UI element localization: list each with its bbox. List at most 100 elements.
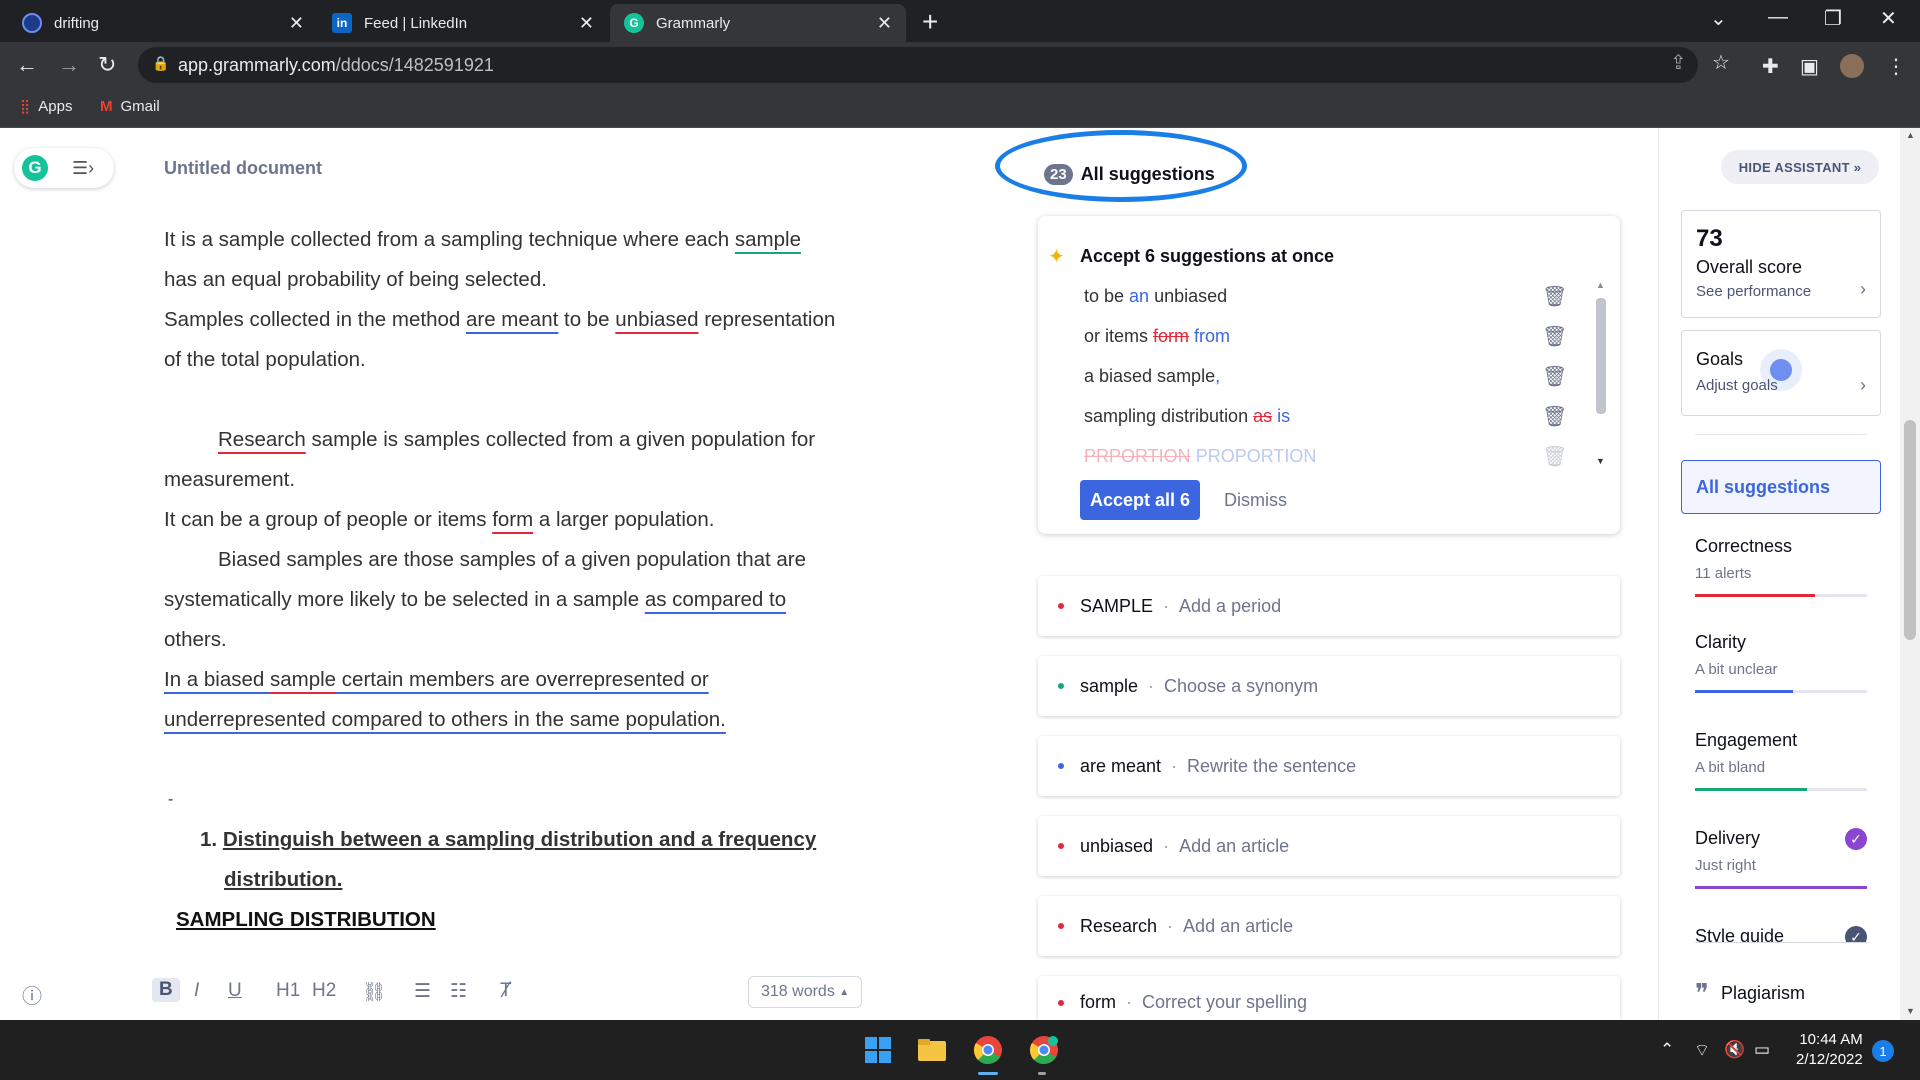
link-icon[interactable]: ⛓ xyxy=(362,980,386,1004)
flagged-word[interactable]: form xyxy=(492,508,533,531)
grammarly-menu[interactable]: G ☰› xyxy=(14,148,114,188)
numbered-list-icon[interactable]: ☰ xyxy=(414,980,431,1003)
document-title[interactable]: Untitled document xyxy=(164,158,322,179)
kebab-menu-icon[interactable]: ⋮ xyxy=(1886,54,1906,79)
flagged-word[interactable]: unbiased xyxy=(615,308,698,331)
dismiss-button[interactable]: Dismiss xyxy=(1224,490,1287,511)
flagged-word[interactable]: sample xyxy=(735,228,801,251)
bookmark-apps[interactable]: ⣿ Apps xyxy=(20,98,72,115)
url-input[interactable]: 🔒 app.grammarly.com/ddocs/1482591921 xyxy=(138,47,1698,83)
restore-icon[interactable]: ❐ xyxy=(1824,6,1842,31)
close-icon[interactable]: ✕ xyxy=(289,13,304,34)
accept-all-button[interactable]: Accept all 6 xyxy=(1080,480,1200,520)
document-editor[interactable]: It is a sample collected from a sampling… xyxy=(164,220,924,940)
help-icon[interactable]: ⓘ xyxy=(22,980,42,1009)
share-icon[interactable]: ⇪ xyxy=(1670,50,1687,75)
flagged-word[interactable]: as compared to xyxy=(645,588,786,611)
running-app-indicator xyxy=(1038,1072,1046,1075)
trash-icon[interactable]: 🗑 xyxy=(1542,404,1567,429)
quote-icon: ❞ xyxy=(1695,978,1709,1008)
scroll-thumb[interactable] xyxy=(1904,420,1916,640)
adjust-goals-link[interactable]: Adjust goals xyxy=(1696,377,1778,394)
tab-search-icon[interactable]: ⌄ xyxy=(1710,6,1727,31)
text-span: certain members are overrepresented or xyxy=(336,668,709,691)
hide-assistant-button[interactable]: HIDE ASSISTANT » xyxy=(1721,150,1879,184)
suggestion-card[interactable]: form · Correct your spelling xyxy=(1038,976,1620,1020)
category-bar-fill xyxy=(1695,594,1816,597)
bold-button[interactable]: B xyxy=(152,978,180,1002)
close-icon[interactable]: ✕ xyxy=(877,13,892,34)
see-performance-link[interactable]: See performance xyxy=(1696,283,1811,300)
trash-icon[interactable]: 🗑 xyxy=(1542,284,1567,309)
bookmark-label: Apps xyxy=(38,98,73,115)
bookmark-gmail[interactable]: M Gmail xyxy=(100,98,160,115)
category-delivery[interactable]: Delivery ✓ Just right xyxy=(1695,828,1867,889)
minimize-icon[interactable]: — xyxy=(1768,6,1788,29)
word-count[interactable]: 318 words ▲ xyxy=(748,976,863,1008)
bulleted-list-icon[interactable]: ☷ xyxy=(450,980,467,1003)
notification-badge[interactable]: 1 xyxy=(1872,1040,1894,1062)
scroll-up-icon[interactable]: ▲ xyxy=(1906,130,1915,140)
text-span: others. xyxy=(164,628,227,651)
chevron-up-icon[interactable]: ⌃ xyxy=(1660,1040,1674,1060)
category-correctness[interactable]: Correctness 11 alerts xyxy=(1695,536,1867,597)
suggestion-card[interactable]: SAMPLE · Add a period xyxy=(1038,576,1620,636)
close-window-icon[interactable]: ✕ xyxy=(1880,6,1897,31)
trash-icon[interactable]: 🗑 xyxy=(1542,324,1567,349)
windows-start-icon[interactable] xyxy=(862,1034,894,1066)
goals-label: Goals xyxy=(1696,349,1744,369)
new-tab-button[interactable]: + xyxy=(922,6,938,38)
suggestion-card[interactable]: are meant · Rewrite the sentence xyxy=(1038,736,1620,796)
file-explorer-icon[interactable] xyxy=(916,1034,948,1066)
battery-icon[interactable]: ▭ xyxy=(1754,1040,1770,1060)
scroll-thumb[interactable] xyxy=(1596,298,1606,414)
flagged-word[interactable]: Research xyxy=(218,428,306,451)
suggestion-card[interactable]: sample · Choose a synonym xyxy=(1038,656,1620,716)
text-span: to be xyxy=(558,308,616,331)
wifi-icon[interactable]: ⌔ xyxy=(1694,1040,1710,1061)
forward-icon[interactable]: → xyxy=(58,52,80,78)
suggestion-card[interactable]: Research · Add an article xyxy=(1038,896,1620,956)
suggestion-card[interactable]: unbiased · Add an article xyxy=(1038,816,1620,876)
flagged-word[interactable]: sample xyxy=(270,668,336,691)
tab-drifting[interactable]: drifting ✕ xyxy=(8,4,318,42)
scroll-down-icon[interactable]: ▼ xyxy=(1596,456,1605,466)
overall-score-card[interactable]: 73 Overall score See performance › xyxy=(1681,210,1881,318)
side-panel-icon[interactable]: ▣ xyxy=(1800,54,1819,79)
flagged-word[interactable]: are meant xyxy=(466,308,558,331)
plagiarism-button[interactable]: ❞ Plagiarism xyxy=(1695,978,1805,1009)
page-scrollbar[interactable]: ▲ ▼ xyxy=(1900,128,1920,1020)
scroll-up-icon[interactable]: ▲ xyxy=(1596,280,1605,290)
category-style-guide[interactable]: Style guide ✓ xyxy=(1695,924,1867,942)
menu-icon[interactable]: ☰› xyxy=(72,158,94,179)
system-clock[interactable]: 10:44 AM 2/12/2022 xyxy=(1796,1030,1863,1070)
windows-taskbar: ⌃ ⌔ 🔇 ▭ 10:44 AM 2/12/2022 1 xyxy=(0,1020,1920,1080)
volume-muted-icon[interactable]: 🔇 xyxy=(1724,1040,1745,1060)
heading2-button[interactable]: H2 xyxy=(312,980,336,1002)
reload-icon[interactable]: ↻ xyxy=(98,52,116,78)
category-clarity[interactable]: Clarity A bit unclear xyxy=(1695,632,1867,693)
close-icon[interactable]: ✕ xyxy=(579,13,594,34)
chrome-profile-icon[interactable] xyxy=(1028,1034,1060,1066)
profile-avatar[interactable] xyxy=(1840,54,1864,78)
extensions-icon[interactable]: ✚ xyxy=(1762,54,1779,79)
trash-icon[interactable]: 🗑 xyxy=(1542,444,1567,469)
accept-list-scrollbar[interactable]: ▲ ▼ xyxy=(1594,280,1608,468)
back-icon[interactable]: ← xyxy=(16,52,38,78)
italic-button[interactable]: I xyxy=(194,980,199,1002)
scroll-down-icon[interactable]: ▼ xyxy=(1906,1006,1915,1016)
flagged-sentence[interactable]: In a biased sample certain members are o… xyxy=(164,660,924,700)
tab-grammarly[interactable]: G Grammarly ✕ xyxy=(610,4,906,42)
trash-icon[interactable]: 🗑 xyxy=(1542,364,1567,389)
underline-button[interactable]: U xyxy=(228,980,242,1002)
clear-format-icon[interactable]: Ⱦ xyxy=(500,980,512,1002)
chrome-icon[interactable] xyxy=(972,1034,1004,1066)
linkedin-favicon: in xyxy=(332,13,352,33)
all-suggestions-tab[interactable]: All suggestions xyxy=(1681,460,1881,514)
goals-card[interactable]: Goals Adjust goals › xyxy=(1681,330,1881,416)
tab-linkedin[interactable]: in Feed | LinkedIn ✕ xyxy=(318,4,608,42)
category-engagement[interactable]: Engagement A bit bland xyxy=(1695,730,1867,791)
heading1-button[interactable]: H1 xyxy=(276,980,300,1002)
flagged-sentence[interactable]: underrepresented compared to others in t… xyxy=(164,700,924,740)
bookmark-star-icon[interactable]: ☆ xyxy=(1712,50,1730,75)
